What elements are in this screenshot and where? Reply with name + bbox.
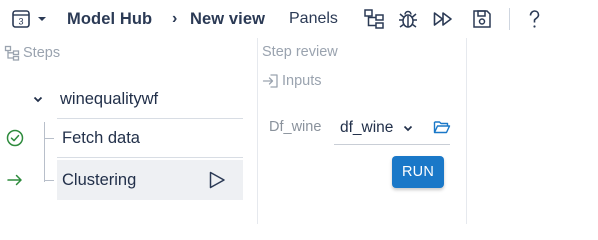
step-item-clustering[interactable]: Clustering xyxy=(57,160,243,200)
input-label-df-wine: Df_wine xyxy=(269,119,322,135)
workflow-badge-number: 3 xyxy=(18,17,23,27)
inputs-header-label: Inputs xyxy=(282,73,322,89)
inputs-header: Inputs xyxy=(262,72,322,90)
workflow-tree-root[interactable]: winequalitywf xyxy=(32,87,158,111)
top-toolbar: 3 Model Hub › New view Panels xyxy=(0,0,598,38)
tree-icon xyxy=(4,45,20,61)
bug-icon[interactable] xyxy=(396,7,420,31)
play-icon[interactable] xyxy=(205,168,229,192)
breadcrumb-model-hub[interactable]: Model Hub xyxy=(67,9,152,29)
tree-connector xyxy=(44,180,54,181)
tree-connector xyxy=(44,122,45,182)
toolbar-divider xyxy=(509,8,510,30)
step-item-fetch-data[interactable]: Fetch data xyxy=(57,118,243,158)
step-review-title: Step review xyxy=(262,44,338,60)
step-review-panel: Step review Inputs Df_wine df_wine RUN xyxy=(259,38,467,224)
workflow-selector[interactable]: 3 xyxy=(12,9,52,29)
step-label: Clustering xyxy=(62,170,137,189)
steps-header-label: Steps xyxy=(23,45,61,61)
tree-connector xyxy=(44,138,54,139)
arrow-right-icon xyxy=(7,174,22,186)
save-icon[interactable] xyxy=(470,7,494,31)
chevron-down-icon xyxy=(402,122,414,134)
folder-open-icon[interactable] xyxy=(432,118,452,136)
chevron-down-icon xyxy=(38,17,46,21)
breadcrumb-separator-icon: › xyxy=(172,10,178,27)
check-circle-icon xyxy=(6,129,24,147)
steps-header: Steps xyxy=(4,44,60,62)
login-icon xyxy=(262,74,278,88)
chevron-down-icon[interactable] xyxy=(32,93,46,105)
run-button[interactable]: RUN xyxy=(392,156,444,188)
workflow-name: winequalitywf xyxy=(60,89,159,108)
breadcrumb-new-view[interactable]: New view xyxy=(190,9,265,29)
tree-layout-icon[interactable] xyxy=(362,7,386,31)
workflow-badge-icon: 3 xyxy=(12,10,30,28)
step-label: Fetch data xyxy=(62,128,140,147)
fast-forward-icon[interactable] xyxy=(431,7,455,31)
dataset-select-value: df_wine xyxy=(340,118,394,136)
panels-menu[interactable]: Panels xyxy=(289,9,338,29)
help-icon[interactable] xyxy=(522,7,546,31)
